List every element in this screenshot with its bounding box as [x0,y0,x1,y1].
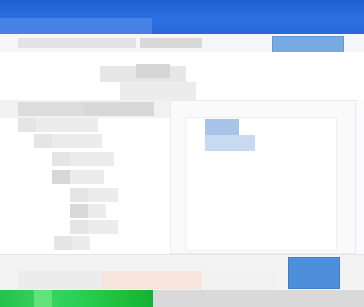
footer-field [102,271,202,289]
tree-item[interactable] [0,236,170,250]
tree-item-label [72,236,90,250]
tree-header [0,100,170,118]
primary-button[interactable] [288,257,340,289]
tree-item-label [36,118,98,132]
toolbar-icon[interactable] [136,64,170,78]
tree-item-label [52,134,102,148]
titlebar-highlight [0,18,152,34]
tree-header-cell [84,102,154,116]
tree-header-cell [18,102,84,116]
footer-field[interactable] [18,271,102,289]
toolbar-item[interactable] [120,82,196,100]
list-item[interactable] [205,135,255,151]
tree-panel [0,100,170,254]
tree-item-label [88,188,118,202]
folder-icon [70,204,88,218]
menu-bar [0,34,364,54]
tree-item-label [88,220,118,234]
tree-item-label [70,170,104,184]
tree-item-label [70,152,114,166]
tree-item-label [88,204,106,218]
folder-icon [52,152,70,166]
folder-icon [70,188,88,202]
tree-item[interactable] [0,188,170,202]
taskbar [0,290,364,307]
file-list-panel [170,100,356,254]
folder-icon [34,134,52,148]
tree-item[interactable] [0,170,170,184]
bottom-panel [0,254,364,291]
footer-field[interactable] [204,271,274,289]
list-item-selected[interactable] [205,119,239,135]
tree-item[interactable] [0,204,170,218]
tree-item[interactable] [0,118,170,132]
folder-icon [70,220,88,234]
progress-bar [0,290,153,307]
tree-item[interactable] [0,220,170,234]
folder-icon [54,236,72,250]
folder-icon [18,118,36,132]
window-titlebar[interactable] [0,0,364,34]
menu-item[interactable] [140,38,202,48]
app-window [0,0,364,307]
menu-item[interactable] [18,38,136,48]
folder-icon [52,170,70,184]
toolbar-area [0,52,364,100]
tree-item[interactable] [0,134,170,148]
tree-item[interactable] [0,152,170,166]
